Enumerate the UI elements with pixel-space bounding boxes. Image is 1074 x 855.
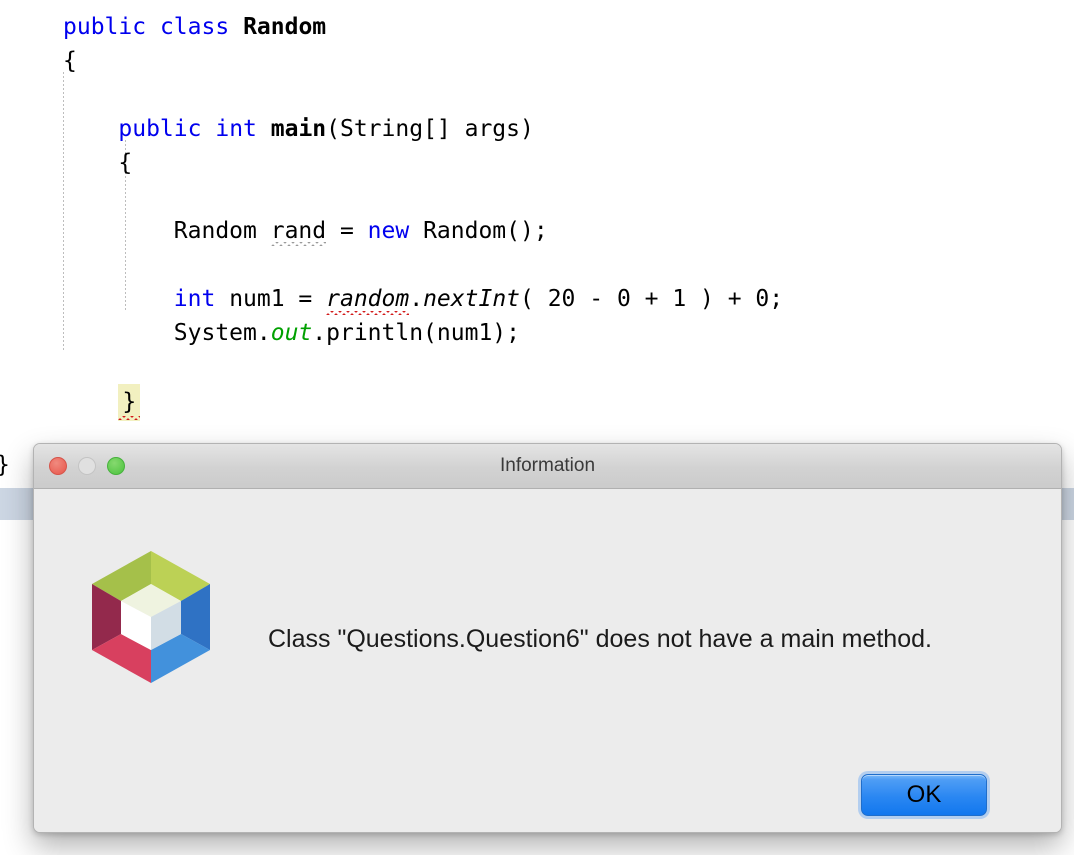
code-token: nextInt bbox=[423, 286, 521, 312]
dialog-title: Information bbox=[499, 455, 596, 476]
dialog-body: Class "Questions.Question6" does not hav… bbox=[34, 489, 1061, 832]
code-token: (String[] args) bbox=[326, 116, 534, 142]
code-token: Random bbox=[173, 218, 271, 244]
minimize-button[interactable] bbox=[78, 457, 96, 475]
code-token: = bbox=[326, 218, 368, 244]
code-token: public bbox=[63, 14, 147, 40]
code-token: } bbox=[118, 384, 141, 421]
code-token: int bbox=[173, 286, 216, 312]
netbeans-cube-icon bbox=[92, 551, 210, 683]
code-token: main bbox=[270, 116, 327, 142]
dialog-titlebar[interactable]: Information bbox=[34, 444, 1061, 489]
window-controls bbox=[49, 457, 125, 475]
code-token: Random(); bbox=[409, 218, 548, 244]
code-token: . bbox=[409, 286, 424, 312]
code-token: num1 = bbox=[215, 286, 327, 312]
information-dialog: Information Class "Questions.Question6" … bbox=[33, 443, 1062, 833]
code-token: ( 20 - 0 + 1 ) + 0; bbox=[520, 286, 784, 312]
code-token: System. bbox=[173, 320, 271, 346]
code-line: public int main(String[] args) bbox=[118, 112, 533, 146]
code-line: { bbox=[63, 44, 77, 78]
code-token: .println(num1); bbox=[312, 320, 520, 346]
code-token: { bbox=[63, 48, 77, 74]
code-line: Random rand = new Random(); bbox=[174, 214, 548, 248]
current-line-highlight-right bbox=[1062, 488, 1074, 520]
code-token: public bbox=[118, 116, 202, 142]
code-line: int num1 = random.nextInt( 20 - 0 + 1 ) … bbox=[174, 282, 783, 316]
close-button[interactable] bbox=[49, 457, 67, 475]
code-token: { bbox=[118, 150, 133, 176]
dialog-message-text: Class "Questions.Question6" does not hav… bbox=[268, 625, 932, 653]
code-token: random bbox=[326, 282, 410, 316]
code-line: public class Random bbox=[63, 10, 326, 44]
code-token: class bbox=[159, 14, 230, 40]
current-line-highlight-left bbox=[0, 488, 33, 520]
zoom-button[interactable] bbox=[107, 457, 125, 475]
code-line: } bbox=[118, 384, 141, 421]
code-line: System.out.println(num1); bbox=[174, 316, 520, 350]
indent-guide-level-1 bbox=[63, 72, 64, 350]
code-line-offscreen-brace: } bbox=[0, 448, 10, 482]
code-line: { bbox=[118, 146, 132, 180]
code-token: int bbox=[215, 116, 257, 142]
ok-button[interactable]: OK bbox=[861, 774, 987, 816]
code-token: rand bbox=[270, 214, 327, 248]
code-token: Random bbox=[243, 14, 327, 40]
code-token: out bbox=[270, 320, 313, 346]
code-token: new bbox=[367, 218, 410, 244]
